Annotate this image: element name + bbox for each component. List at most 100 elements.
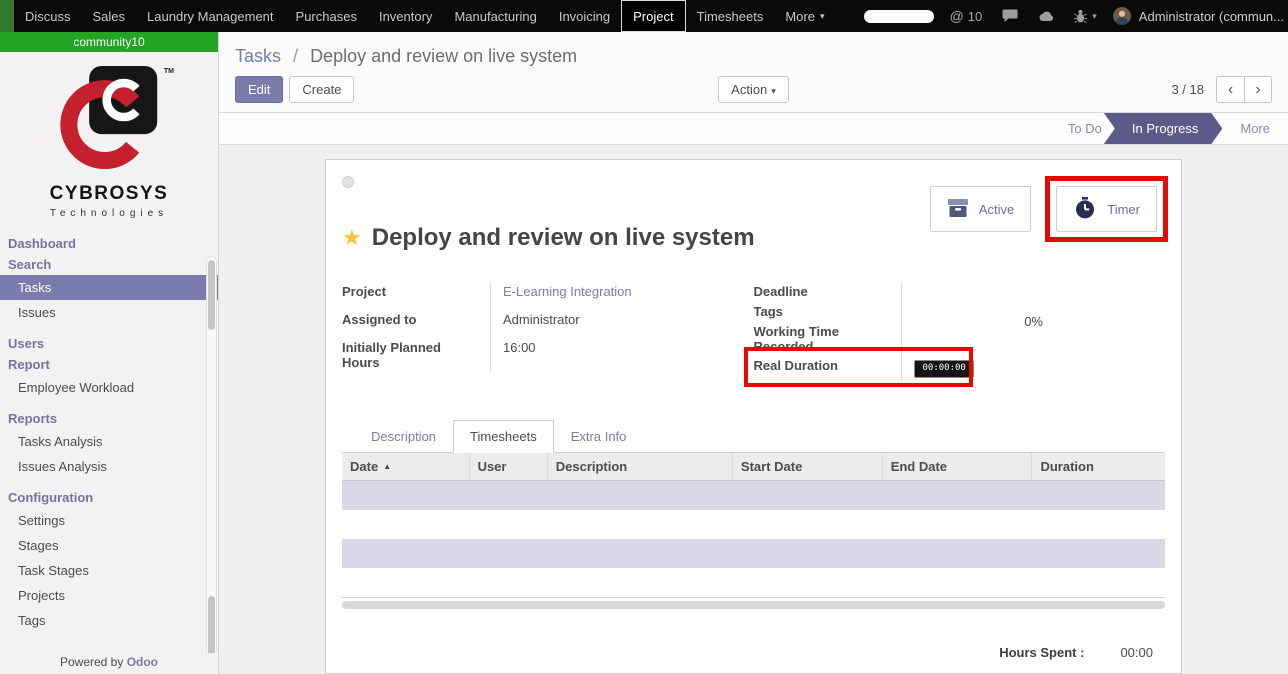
menu-timesheets[interactable]: Timesheets: [686, 0, 775, 32]
edit-button[interactable]: Edit: [235, 76, 283, 103]
progress-gauge: 0%: [1024, 314, 1043, 329]
menu-discuss[interactable]: Discuss: [14, 0, 82, 32]
action-dropdown-button[interactable]: Action▾: [718, 76, 789, 103]
sidebar-item-tags[interactable]: Tags: [0, 608, 218, 633]
sidebar-item-reports[interactable]: Reports: [0, 408, 218, 429]
sidebar-item-search[interactable]: Search: [0, 254, 218, 275]
active-button-label: Active: [979, 202, 1014, 217]
column-description[interactable]: Description: [548, 453, 733, 480]
menu-invoicing[interactable]: Invoicing: [548, 0, 621, 32]
sidebar-item-dashboard[interactable]: Dashboard: [0, 233, 218, 254]
pager-value: 3 / 18: [1171, 82, 1204, 97]
stage-more[interactable]: More: [1224, 113, 1288, 144]
column-date-label: Date: [350, 459, 378, 474]
systray: @ 10 ▾ Administrator (commun...: [864, 0, 1288, 32]
record-buttons: Edit Create: [235, 76, 354, 103]
table-header: Date ▲ User Description Start Date End D…: [342, 453, 1165, 481]
menu-inventory[interactable]: Inventory: [368, 0, 443, 32]
breadcrumb-tasks[interactable]: Tasks: [235, 46, 281, 66]
hours-spent-value: 00:00: [1120, 645, 1153, 660]
scrollbar-thumb[interactable]: [208, 596, 215, 656]
sidebar-scrollbar[interactable]: [206, 256, 217, 660]
sidebar-item-tasks[interactable]: Tasks: [0, 275, 218, 300]
sidebar-item-projects[interactable]: Projects: [0, 583, 218, 608]
powered-by: Powered by Odoo: [0, 653, 218, 671]
table-row: [342, 510, 1165, 539]
sidebar-item-stages[interactable]: Stages: [0, 533, 218, 558]
mention-count: 10: [968, 9, 982, 24]
sidebar-item-report[interactable]: Report: [0, 354, 218, 375]
menu-sales[interactable]: Sales: [82, 0, 137, 32]
sidebar-item-tasks-analysis[interactable]: Tasks Analysis: [0, 429, 218, 454]
field-group-right: Deadline Tags Working Time Recorded Real…: [753, 282, 1115, 380]
field-tags: Tags: [753, 302, 1115, 322]
breadcrumb-current: Deploy and review on live system: [310, 46, 577, 66]
tab-description[interactable]: Description: [354, 420, 453, 453]
field-label-project: Project: [342, 282, 490, 310]
tab-extra-info[interactable]: Extra Info: [554, 420, 644, 453]
page-title: Deploy and review on live system: [372, 224, 755, 252]
mention-counter[interactable]: @ 10: [950, 8, 983, 24]
menu-manufacturing[interactable]: Manufacturing: [443, 0, 547, 32]
user-menu[interactable]: Administrator (commun...: [1139, 9, 1284, 24]
favorite-star-icon[interactable]: ★: [342, 227, 362, 249]
top-menu: Discuss Sales Laundry Management Purchas…: [14, 0, 835, 32]
sidebar-item-employee-workload[interactable]: Employee Workload: [0, 375, 218, 400]
debug-bug-icon[interactable]: [1074, 9, 1087, 23]
hours-spent-label: Hours Spent :: [999, 645, 1084, 660]
table-body: [342, 481, 1165, 598]
breadcrumb: Tasks / Deploy and review on live system: [235, 46, 1272, 67]
apps-strip[interactable]: [0, 0, 14, 32]
create-button[interactable]: Create: [289, 76, 354, 103]
pager-next-button[interactable]: ›: [1244, 76, 1272, 103]
column-date[interactable]: Date ▲: [342, 453, 470, 480]
tab-timesheets[interactable]: Timesheets: [453, 420, 554, 453]
company-logo: TM CYBROSYS Technologies: [0, 52, 218, 219]
scrollbar-thumb[interactable]: [208, 260, 215, 330]
field-value-deadline: [901, 282, 1115, 302]
active-toggle-button[interactable]: Active: [930, 186, 1031, 232]
field-assigned-to: Assigned to Administrator: [342, 310, 737, 338]
field-value-tags: [901, 302, 1115, 322]
stage-pipeline: To Do In Progress More: [1052, 113, 1288, 144]
user-avatar[interactable]: [1113, 7, 1131, 25]
powered-by-label: Powered by: [60, 655, 123, 669]
column-duration[interactable]: Duration: [1032, 453, 1165, 480]
pager-previous-button[interactable]: ‹: [1216, 76, 1244, 103]
clock-icon: [1073, 196, 1097, 223]
sidebar-item-issues-analysis[interactable]: Issues Analysis: [0, 454, 218, 479]
sidebar-item-users[interactable]: Users: [0, 333, 218, 354]
debug-caret-icon[interactable]: ▾: [1092, 11, 1097, 22]
sidebar-item-configuration[interactable]: Configuration: [0, 487, 218, 508]
menu-purchases[interactable]: Purchases: [285, 0, 368, 32]
menu-laundry-management[interactable]: Laundry Management: [136, 0, 284, 32]
sidebar-item-task-stages[interactable]: Task Stages: [0, 558, 218, 583]
field-working-time-recorded: Working Time Recorded: [753, 322, 1115, 356]
control-panel: Tasks / Deploy and review on live system…: [219, 32, 1288, 113]
column-user[interactable]: User: [470, 453, 548, 480]
timer-button[interactable]: Timer: [1056, 186, 1157, 232]
timer-widget-pill[interactable]: [864, 10, 934, 23]
menu-more[interactable]: More▾: [774, 0, 835, 32]
table-horizontal-scrollbar[interactable]: [342, 601, 1165, 609]
project-link[interactable]: E-Learning Integration: [503, 284, 632, 299]
field-real-duration: Real Duration 00:00:00: [753, 356, 1115, 380]
top-navbar: Discuss Sales Laundry Management Purchas…: [0, 0, 1288, 32]
archive-box-icon: [947, 198, 969, 221]
sidebar-item-issues[interactable]: Issues: [0, 300, 218, 325]
sidebar-item-settings[interactable]: Settings: [0, 508, 218, 533]
stage-in-progress[interactable]: In Progress: [1104, 113, 1222, 144]
field-group-left: Project E-Learning Integration Assigned …: [342, 282, 737, 380]
column-end-date[interactable]: End Date: [883, 453, 1033, 480]
column-start-date[interactable]: Start Date: [733, 453, 883, 480]
brand-name: CYBROSYS: [0, 183, 218, 205]
annotation-timer-box: Timer: [1045, 176, 1168, 242]
menu-more-label: More: [785, 9, 815, 24]
sidebar: community10 TM CYBROSYS Technologies Das…: [0, 32, 219, 674]
field-groups: Project E-Learning Integration Assigned …: [342, 282, 1165, 380]
menu-project[interactable]: Project: [621, 0, 685, 32]
cloud-icon[interactable]: [1037, 10, 1055, 22]
messages-icon[interactable]: [1002, 9, 1018, 23]
field-value-real-duration: 00:00:00: [901, 356, 1115, 380]
odoo-link[interactable]: Odoo: [127, 655, 158, 669]
